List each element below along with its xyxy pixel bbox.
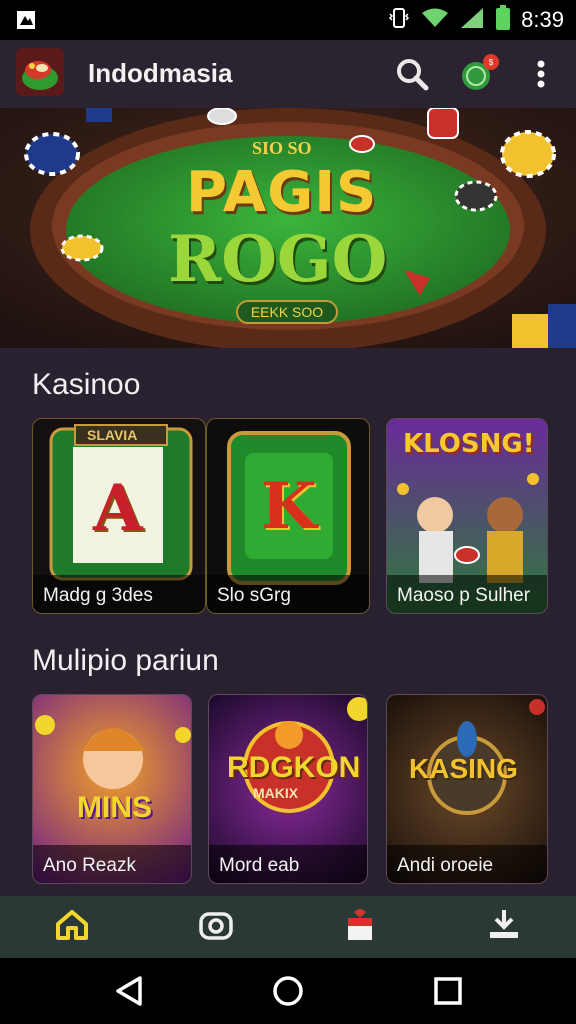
download-icon — [486, 908, 522, 947]
app-logo[interactable] — [16, 48, 64, 96]
game-card-label: Ano Reazk — [33, 845, 191, 883]
status-time: 8:39 — [521, 7, 564, 32]
signal-icon — [459, 6, 485, 35]
home-icon — [54, 908, 90, 947]
game-card-label: Andi oroeie — [387, 845, 547, 883]
hero-title-line1: PAGIS — [186, 160, 378, 225]
game-card-label: Maoso p Sulher — [387, 575, 547, 613]
reel-letter: K — [261, 469, 317, 544]
card-art-text: KASING — [409, 753, 518, 784]
svg-text:$: $ — [489, 58, 494, 67]
camera-icon — [198, 908, 234, 947]
vibrate-icon — [387, 6, 411, 35]
card-art-text: RDGKON — [227, 751, 361, 784]
card-art-text: KLOSNG! — [403, 429, 535, 459]
slot-sign: SLAVIA — [87, 427, 138, 443]
game-card-label: Madg g 3des — [33, 575, 205, 613]
nav-home[interactable] — [0, 896, 144, 958]
hero-banner[interactable]: SIO SO PAGIS ROGO EEKK SOO — [0, 108, 576, 348]
status-bar: 8:39 — [0, 0, 576, 40]
game-card[interactable]: K Slo sGrg — [206, 418, 370, 614]
game-card-label: Slo sGrg — [207, 575, 369, 613]
game-card[interactable]: KLOSNG! Maoso p Sulher — [386, 418, 548, 614]
app-title: Indodmasia — [88, 58, 233, 88]
hero-button[interactable]: EEKK SOO — [236, 300, 338, 324]
recents-icon[interactable] — [428, 974, 468, 1008]
app-bar: Indodmasia $ — [0, 40, 576, 108]
game-card-label: Mord eab — [209, 845, 367, 883]
nav-camera[interactable] — [144, 896, 288, 958]
nav-gift[interactable] — [288, 896, 432, 958]
wifi-icon — [421, 7, 449, 34]
hero-title-line2: ROGO — [168, 222, 388, 297]
notification-icon — [16, 10, 36, 30]
section-title: Kasinoo — [32, 368, 141, 401]
battery-icon — [495, 4, 511, 36]
more-vert-icon[interactable] — [524, 54, 558, 94]
home-circle-icon[interactable] — [268, 974, 308, 1008]
section-title: Mulipio pariun — [32, 644, 219, 677]
bottom-nav — [0, 896, 576, 958]
coin-badge-icon[interactable]: $ — [458, 52, 500, 94]
system-nav — [0, 958, 576, 1024]
reel-letter: A — [93, 471, 143, 546]
game-card[interactable]: KASING Andi oroeie — [386, 694, 548, 884]
back-icon[interactable] — [110, 974, 150, 1008]
gift-icon — [342, 908, 378, 947]
game-card[interactable]: SLAVIA A Madg g 3des — [32, 418, 206, 614]
game-card[interactable]: RDGKON MAKIX Mord eab — [208, 694, 368, 884]
main-content: Kasinoo SLAVIA A Madg g 3des K Slo sGrg — [0, 348, 576, 896]
game-card[interactable]: MINS Ano Reazk — [32, 694, 192, 884]
card-art-text: MINS — [77, 791, 152, 824]
search-icon[interactable] — [392, 54, 432, 94]
card-art-sub: MAKIX — [253, 785, 299, 801]
hero-top-text: SIO SO — [252, 138, 312, 158]
nav-download[interactable] — [432, 896, 576, 958]
